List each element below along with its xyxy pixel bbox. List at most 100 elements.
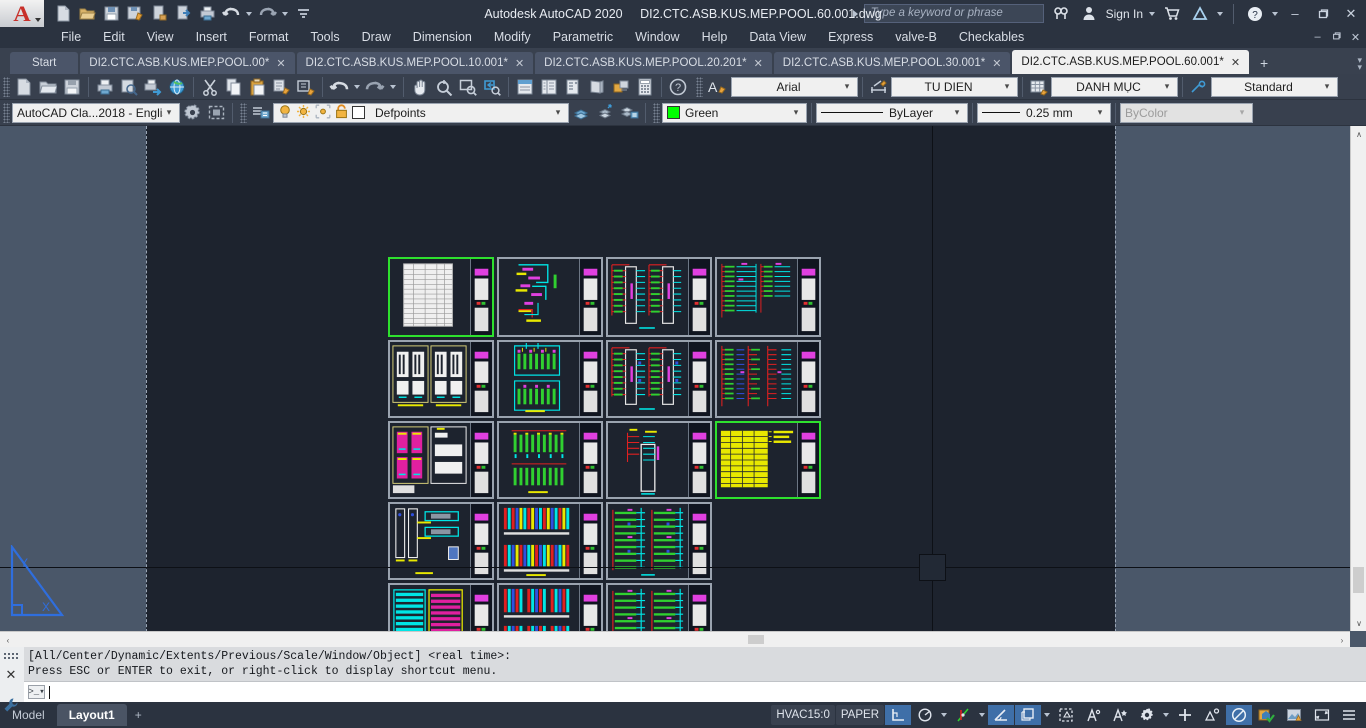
menu-item-modify[interactable]: Modify xyxy=(483,27,542,48)
save-icon[interactable] xyxy=(60,75,84,99)
table-style-icon[interactable] xyxy=(1027,75,1051,99)
menu-item-view[interactable]: View xyxy=(136,27,185,48)
annotation-visibility-icon[interactable] xyxy=(1080,705,1106,725)
doc-tab-pool-00[interactable]: DI2.CTC.ASB.KUS.MEP.POOL.00* ✕ xyxy=(80,52,295,74)
layer-properties-icon[interactable] xyxy=(249,101,273,125)
sheet-plan-detail[interactable] xyxy=(388,502,494,580)
menu-item-draw[interactable]: Draw xyxy=(351,27,402,48)
layer-previous-icon[interactable] xyxy=(593,101,617,125)
scroll-left-button[interactable]: ‹ xyxy=(0,632,16,647)
sheet-set-icon[interactable] xyxy=(585,75,609,99)
workspace-toolbar-grip[interactable] xyxy=(3,102,10,123)
app-dropdown-icon[interactable] xyxy=(1217,11,1223,16)
sheet-circuit-dense-2[interactable] xyxy=(715,340,821,418)
toolbar-grip[interactable] xyxy=(3,76,10,97)
menu-item-help[interactable]: Help xyxy=(691,27,739,48)
undo-dropdown-icon[interactable] xyxy=(351,75,363,99)
object-snap-icon[interactable] xyxy=(950,705,976,725)
chevron-down-icon[interactable]: ▾ xyxy=(552,107,564,118)
save-as-icon[interactable] xyxy=(124,3,146,24)
undo-icon[interactable] xyxy=(220,3,242,24)
doc-tab-pool-10-001[interactable]: DI2.CTC.ASB.KUS.MEP.POOL.10.001* ✕ xyxy=(296,52,534,74)
scroll-up-button[interactable]: ∧ xyxy=(1351,126,1366,142)
snap-mode-icon[interactable] xyxy=(885,705,911,725)
close-icon[interactable]: ✕ xyxy=(2,667,20,683)
layers-toolbar-grip[interactable] xyxy=(240,102,247,123)
open-icon[interactable] xyxy=(36,75,60,99)
lineweight-combo[interactable]: 0.25 mm ▾ xyxy=(977,102,1111,123)
workspace-combo[interactable]: AutoCAD Cla...2018 - English ▾ xyxy=(12,102,180,123)
designcenter-icon[interactable] xyxy=(537,75,561,99)
chevron-down-icon[interactable]: ▾ xyxy=(163,107,175,118)
text-style-icon[interactable]: A xyxy=(705,75,729,99)
doc-tabs-overflow-icon[interactable]: ▾ ▾ xyxy=(1357,56,1362,72)
open-icon[interactable] xyxy=(76,3,98,24)
sheet-wiring-matrix[interactable] xyxy=(497,502,603,580)
annotation-scale-icon[interactable] xyxy=(1172,705,1198,725)
command-prompt-icon[interactable]: >_▾ xyxy=(28,685,45,699)
sheet-riser-diagram[interactable] xyxy=(497,257,603,337)
qat-more-icon[interactable] xyxy=(292,3,314,24)
help-icon[interactable]: ? xyxy=(1244,3,1266,24)
doc-minimize-button[interactable]: – xyxy=(1309,31,1326,44)
user-icon[interactable] xyxy=(1078,3,1100,24)
match-properties-icon[interactable] xyxy=(270,75,294,99)
chevron-down-icon[interactable]: ▾ xyxy=(1001,81,1013,92)
publish-icon[interactable] xyxy=(141,75,165,99)
horizontal-scroll-thumb[interactable] xyxy=(748,635,764,644)
styles-toolbar-grip[interactable] xyxy=(696,76,703,97)
menu-item-file[interactable]: File xyxy=(50,27,92,48)
sheet-table-schedule[interactable] xyxy=(388,257,494,337)
plot-icon[interactable] xyxy=(93,75,117,99)
export-icon[interactable] xyxy=(172,3,194,24)
menu-item-express[interactable]: Express xyxy=(817,27,884,48)
search-input[interactable]: Type a keyword or phrase xyxy=(863,4,1044,23)
sheet-circuit-dense[interactable] xyxy=(715,257,821,337)
calculator-icon[interactable] xyxy=(633,75,657,99)
display-locking-icon[interactable] xyxy=(204,101,228,125)
sheet-equipment-layout[interactable] xyxy=(388,340,494,418)
layer-states-icon[interactable] xyxy=(617,101,641,125)
plot-preview-icon[interactable] xyxy=(117,75,141,99)
redo-dropdown-icon[interactable] xyxy=(387,75,399,99)
vertical-scrollbar[interactable]: ∧ ∨ xyxy=(1350,126,1366,631)
object-color-combo[interactable]: Green ▾ xyxy=(662,102,807,123)
menu-item-parametric[interactable]: Parametric xyxy=(542,27,624,48)
ortho-mode-icon[interactable] xyxy=(988,705,1014,725)
viewport-freeze-icon[interactable] xyxy=(315,104,331,122)
menu-item-tools[interactable]: Tools xyxy=(299,27,350,48)
autoscale-icon[interactable] xyxy=(1107,705,1133,725)
tool-palettes-icon[interactable] xyxy=(561,75,585,99)
object-color-swatch[interactable] xyxy=(667,106,680,119)
command-line-grip[interactable]: ✕ xyxy=(2,650,20,716)
undo-icon[interactable] xyxy=(327,75,351,99)
isolate-objects-icon[interactable] xyxy=(1281,705,1308,725)
help-dropdown-icon[interactable] xyxy=(1272,11,1278,16)
sheet-breaker-array[interactable] xyxy=(497,340,603,418)
polar-tracking-dropdown-icon[interactable] xyxy=(939,713,949,717)
chevron-down-icon[interactable]: ▾ xyxy=(790,107,802,118)
scroll-down-button[interactable]: ∨ xyxy=(1351,615,1366,631)
zoom-previous-icon[interactable] xyxy=(480,75,504,99)
qnew-icon[interactable] xyxy=(12,75,36,99)
menu-item-data-view[interactable]: Data View xyxy=(738,27,817,48)
application-menu-button[interactable]: A xyxy=(0,0,44,27)
block-editor-icon[interactable] xyxy=(294,75,318,99)
space-toggle[interactable]: PAPER xyxy=(835,705,884,725)
multileader-style-icon[interactable] xyxy=(1187,75,1211,99)
command-input-row[interactable]: >_▾ xyxy=(24,681,1366,702)
publish-to-web-icon[interactable] xyxy=(165,75,189,99)
sheet-equipment-detail[interactable] xyxy=(388,421,494,499)
sign-in-dropdown-icon[interactable] xyxy=(1149,11,1155,16)
doc-tab-start[interactable]: Start xyxy=(10,52,79,74)
shopping-cart-icon[interactable] xyxy=(1161,3,1183,24)
layer-color-swatch[interactable] xyxy=(352,106,365,119)
drawing-area[interactable]: Y X ∧ ∨ ‹ › xyxy=(0,126,1366,647)
help-icon[interactable]: ? xyxy=(666,75,690,99)
plot-preview-icon[interactable] xyxy=(148,3,170,24)
lock-icon[interactable] xyxy=(335,103,348,122)
linetype-combo[interactable]: ByLayer ▾ xyxy=(816,102,968,123)
zoom-realtime-icon[interactable] xyxy=(432,75,456,99)
workspace-dropdown-icon[interactable] xyxy=(1161,713,1171,717)
close-icon[interactable]: ✕ xyxy=(754,57,763,70)
